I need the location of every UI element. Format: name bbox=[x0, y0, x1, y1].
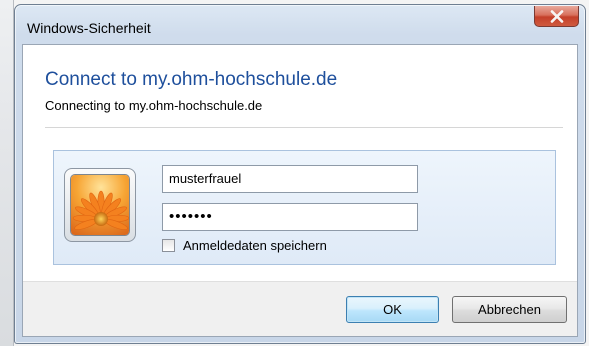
password-field[interactable]: ••••••• bbox=[162, 203, 418, 231]
desktop-background bbox=[0, 0, 14, 346]
remember-credentials-label: Anmeldedaten speichern bbox=[183, 238, 327, 253]
ok-button[interactable]: OK bbox=[346, 296, 439, 323]
window-title: Windows-Sicherheit bbox=[27, 20, 151, 36]
close-button[interactable] bbox=[534, 6, 579, 27]
dialog-subheading: Connecting to my.ohm-hochschule.de bbox=[45, 98, 263, 113]
separator bbox=[45, 127, 563, 128]
remember-credentials-row[interactable]: Anmeldedaten speichern bbox=[162, 238, 327, 253]
button-bar: OK Abbrechen bbox=[23, 281, 577, 336]
dialog-content: Connect to my.ohm-hochschule.de Connecti… bbox=[22, 44, 578, 337]
credential-panel: musterfrauel ••••••• Anmeldedaten speich… bbox=[53, 150, 556, 265]
cancel-button[interactable]: Abbrechen bbox=[452, 296, 567, 323]
security-dialog-window: Windows-Sicherheit Connect to my.ohm-hoc… bbox=[14, 4, 586, 344]
user-flower-icon bbox=[70, 174, 130, 236]
username-field[interactable]: musterfrauel bbox=[162, 165, 418, 193]
close-x-icon bbox=[550, 9, 563, 23]
dialog-heading: Connect to my.ohm-hochschule.de bbox=[45, 69, 338, 90]
user-tile bbox=[64, 168, 136, 242]
remember-credentials-checkbox[interactable] bbox=[162, 239, 175, 252]
